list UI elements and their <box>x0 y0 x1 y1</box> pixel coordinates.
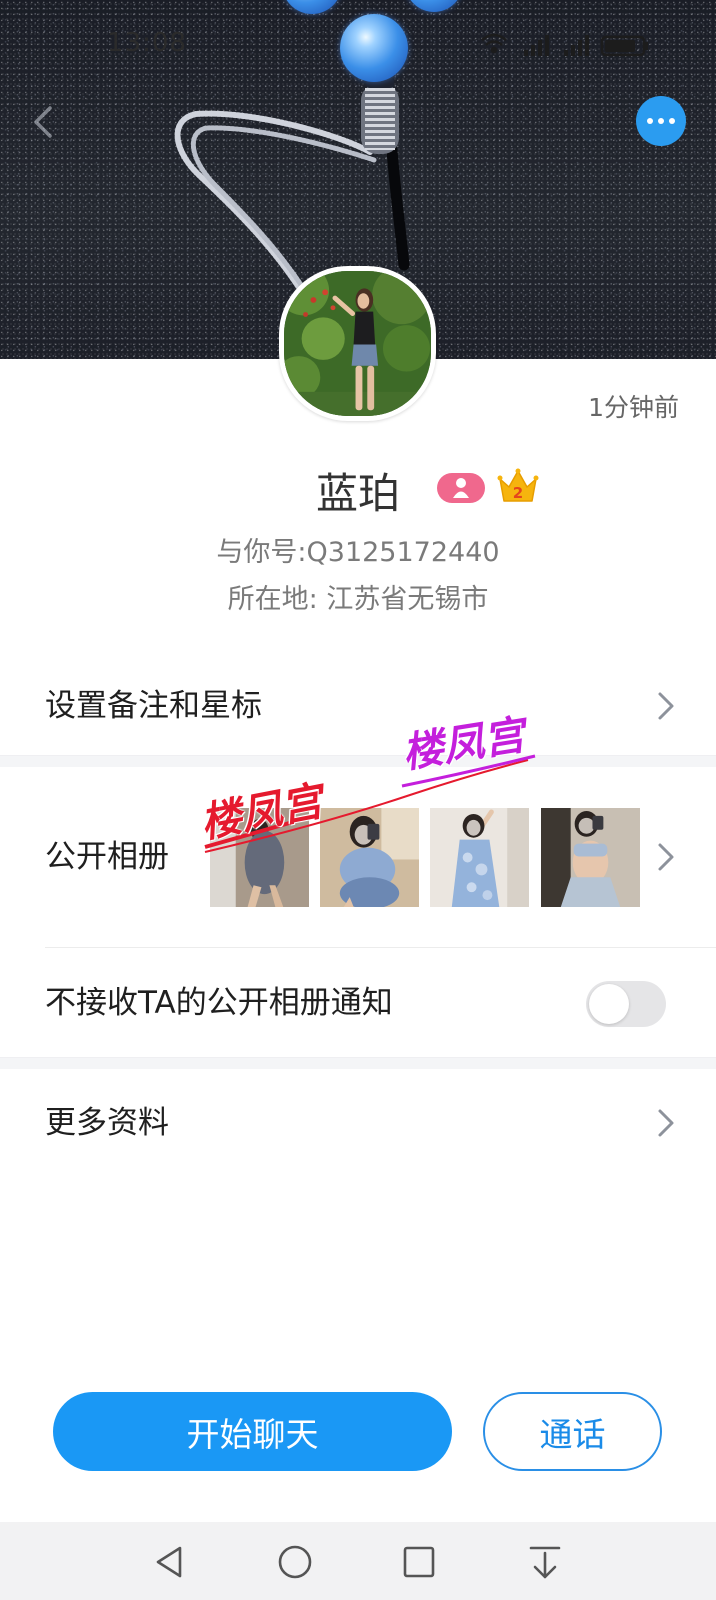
chevron-right-icon <box>658 1109 674 1137</box>
section-separator <box>0 1057 716 1069</box>
album-notify-toggle[interactable] <box>586 981 666 1027</box>
back-chevron-icon[interactable] <box>28 104 56 140</box>
bead-middle <box>340 14 408 82</box>
signal-icon <box>524 35 589 56</box>
notification-shade-icon[interactable] <box>527 1544 563 1580</box>
avatar[interactable] <box>279 266 436 421</box>
more-info-row[interactable]: 更多资料 <box>0 1069 716 1177</box>
system-nav-bar <box>0 1522 716 1600</box>
wifi-icon <box>481 33 507 54</box>
more-dots-icon[interactable] <box>636 96 686 146</box>
toggle-knob <box>589 984 629 1024</box>
watermark-swoosh <box>204 754 536 853</box>
status-icons <box>481 33 648 57</box>
battery-icon <box>600 35 648 57</box>
start-chat-button[interactable]: 开始聊天 <box>53 1392 452 1471</box>
last-active-time: 1分钟前 <box>588 393 679 422</box>
recents-square-icon[interactable] <box>401 1544 437 1580</box>
call-button[interactable]: 通话 <box>483 1392 662 1471</box>
profile-name: 蓝珀 <box>315 469 400 518</box>
crown-badge-icon[interactable]: 2 <box>497 467 539 505</box>
location: 所在地: 江苏省无锡市 <box>227 584 489 615</box>
back-triangle-icon[interactable] <box>152 1544 188 1580</box>
home-circle-icon[interactable] <box>277 1544 313 1580</box>
album-notify-label: 不接收TA的公开相册通知 <box>45 985 393 1021</box>
account-id: 与你号:Q3125172440 <box>216 537 500 568</box>
crown-level: 2 <box>513 484 523 502</box>
more-info-label: 更多资料 <box>45 1105 169 1141</box>
status-time: 13:08 <box>107 28 187 58</box>
person-badge-icon[interactable] <box>437 473 485 503</box>
